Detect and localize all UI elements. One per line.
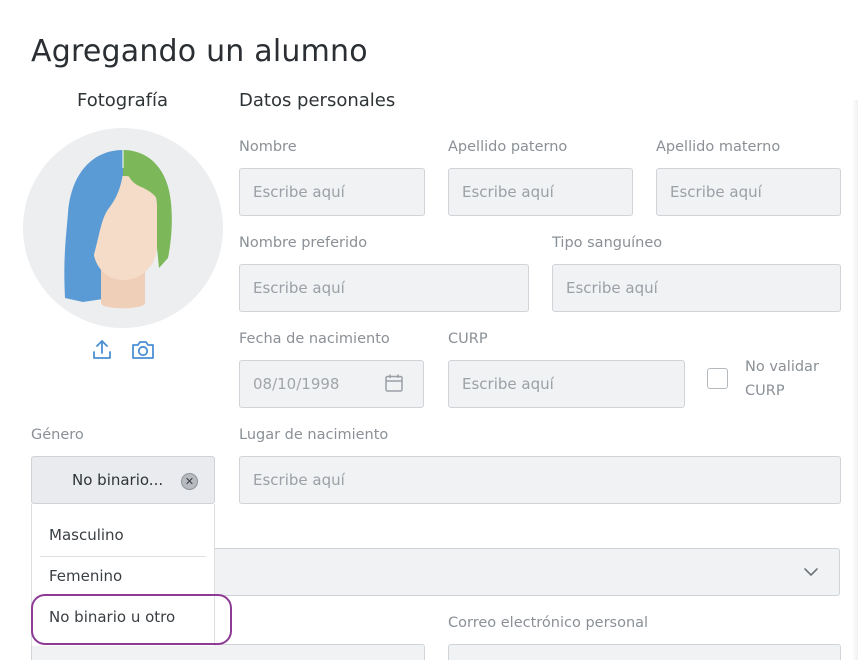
- option-femenino[interactable]: Femenino: [49, 567, 122, 585]
- apellido-paterno-input[interactable]: Escribe aquí: [448, 168, 633, 216]
- no-validar-curp-label: No validar CURP: [745, 359, 819, 399]
- photo-section-title: Fotografía: [77, 90, 169, 111]
- personal-data-title: Datos personales: [239, 90, 396, 111]
- clear-icon[interactable]: ✕: [181, 473, 198, 490]
- tipo-sanguineo-input[interactable]: Escribe aquí: [552, 264, 841, 312]
- fecha-nacimiento-value: 08/10/1998: [253, 375, 340, 393]
- curp-label: CURP: [448, 331, 488, 347]
- option-no-binario[interactable]: No binario u otro: [49, 608, 175, 626]
- option-masculino[interactable]: Masculino: [49, 526, 124, 544]
- apellido-materno-label: Apellido materno: [656, 139, 781, 155]
- nombre-label: Nombre: [239, 139, 297, 155]
- camera-icon[interactable]: [130, 337, 156, 363]
- avatar: [23, 128, 223, 328]
- nombre-input[interactable]: Escribe aquí: [239, 168, 425, 216]
- lugar-nacimiento-input[interactable]: Escribe aquí: [239, 456, 841, 504]
- genero-select[interactable]: No binario... ✕: [31, 456, 215, 504]
- fecha-nacimiento-label: Fecha de nacimiento: [239, 331, 390, 347]
- correo-personal-label: Correo electrónico personal: [448, 615, 649, 631]
- genero-label: Género: [31, 427, 84, 443]
- page-title: Agregando un alumno: [31, 34, 368, 69]
- fecha-nacimiento-input[interactable]: 08/10/1998: [239, 360, 424, 408]
- upload-icon[interactable]: [89, 337, 115, 363]
- curp-input[interactable]: Escribe aquí: [448, 360, 685, 408]
- genero-options-menu: Masculino Femenino No binario u otro: [31, 504, 215, 646]
- no-validar-curp-checkbox[interactable]: [707, 368, 728, 389]
- correo-personal-input[interactable]: [448, 644, 841, 660]
- lugar-nacimiento-label: Lugar de nacimiento: [239, 427, 389, 443]
- hidden-select-field[interactable]: [207, 548, 840, 596]
- avatar-illustration-icon: [64, 150, 172, 309]
- tipo-sanguineo-label: Tipo sanguíneo: [552, 235, 663, 251]
- calendar-icon[interactable]: [384, 373, 404, 397]
- panel-shadow-edge: [852, 100, 858, 660]
- apellido-paterno-label: Apellido paterno: [448, 139, 568, 155]
- genero-selected-value: No binario...: [72, 471, 164, 489]
- nombre-preferido-input[interactable]: Escribe aquí: [239, 264, 529, 312]
- menu-divider: [40, 556, 206, 557]
- bottom-left-input[interactable]: [31, 644, 425, 660]
- chevron-down-icon: [803, 564, 819, 584]
- nombre-preferido-label: Nombre preferido: [239, 235, 368, 251]
- apellido-materno-input[interactable]: Escribe aquí: [656, 168, 841, 216]
